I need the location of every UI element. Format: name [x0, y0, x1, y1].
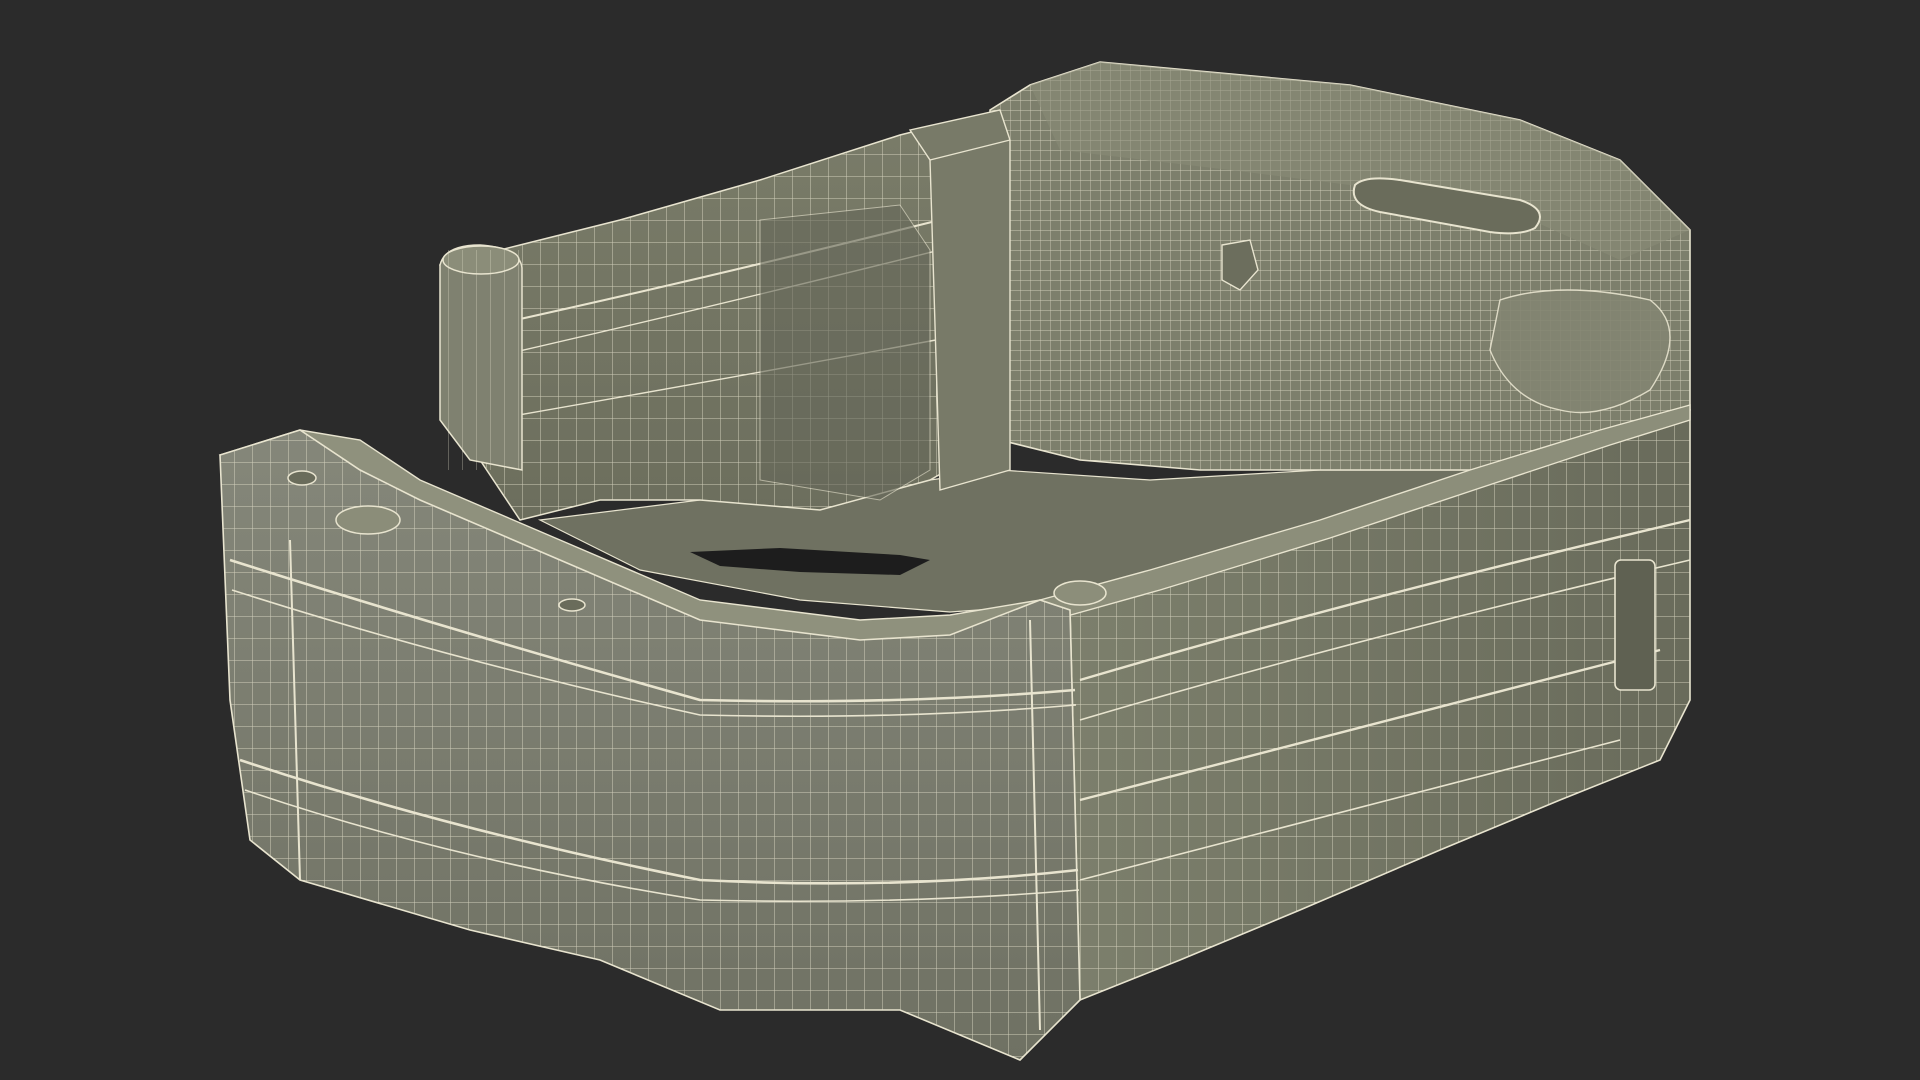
side-slot	[1614, 559, 1656, 691]
screw-hole	[335, 505, 401, 535]
wireframe-object	[0, 0, 1920, 1080]
left-post	[439, 244, 525, 471]
screw-hole	[558, 598, 586, 612]
render-viewport	[0, 0, 1920, 1080]
screw-hole	[287, 470, 317, 486]
screw-hole	[1053, 580, 1107, 606]
